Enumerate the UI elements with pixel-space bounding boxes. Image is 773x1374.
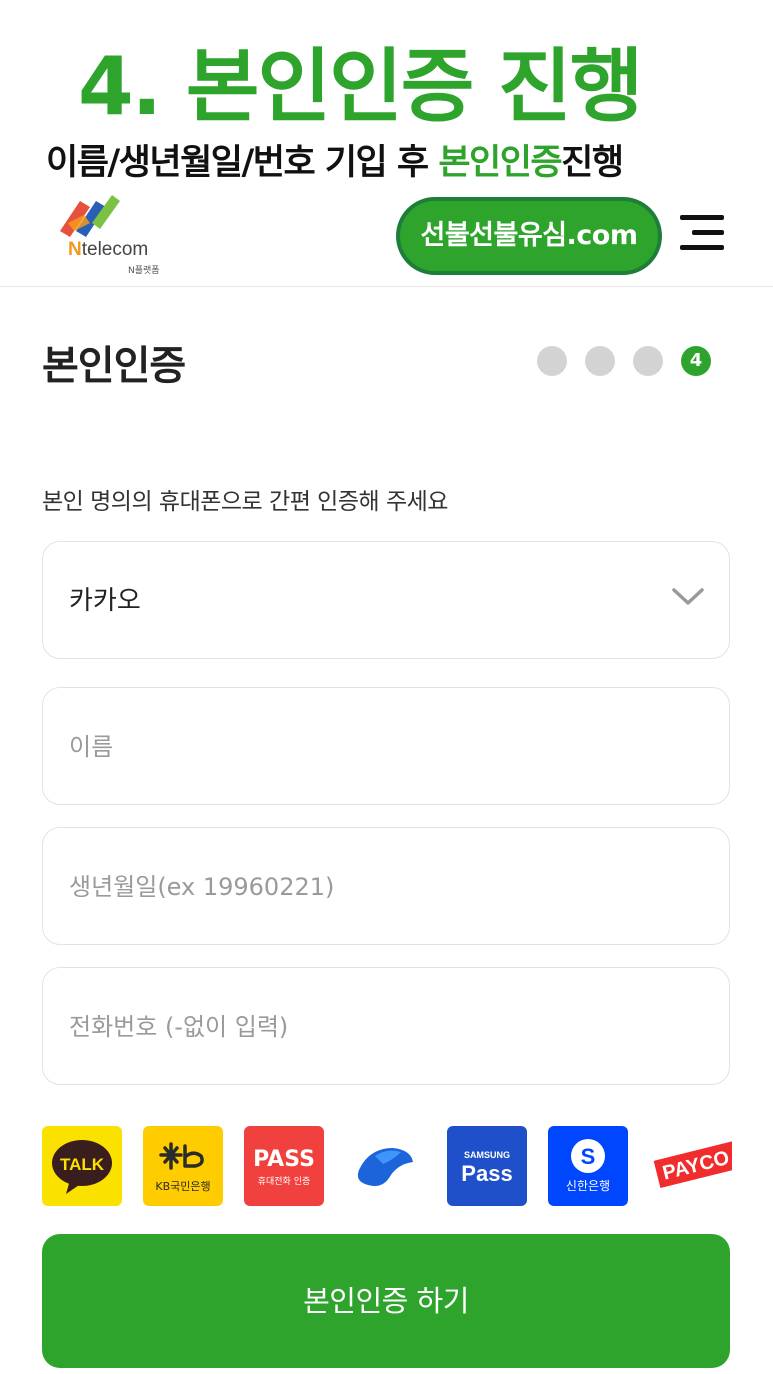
svg-text:S: S	[581, 1144, 596, 1169]
banner-title: 4. 본인인증 진행	[78, 40, 643, 133]
step-dot-current: 4	[681, 346, 711, 376]
form-instruction: 본인 명의의 휴대폰으로 간편 인증해 주세요	[42, 489, 448, 515]
toss-icon[interactable]	[345, 1126, 425, 1206]
kb-bank-icon[interactable]: KB국민은행	[143, 1126, 223, 1206]
app-header: Ntelecom N플랫폼 선불선불유심.com	[0, 185, 773, 287]
banner-subtitle-highlight: 본인인증	[438, 143, 562, 183]
ntelecom-logo[interactable]: Ntelecom N플랫폼	[48, 193, 178, 276]
banner-subtitle: 이름/생년월일/번호 기입 후 본인인증진행	[46, 134, 624, 185]
toss-logo-icon	[357, 1148, 413, 1186]
logo-text-rest: telecom	[81, 239, 149, 260]
samsung-pass-label: Pass	[461, 1161, 512, 1186]
kb-star-icon: KB국민은행	[155, 1142, 211, 1193]
name-input-placeholder: 이름	[69, 733, 114, 761]
shinhan-bank-icon[interactable]: S 신한은행	[548, 1126, 628, 1206]
name-input[interactable]: 이름	[42, 687, 730, 805]
banner-subtitle-prefix: 이름/생년월일/번호 기입 후	[46, 143, 439, 183]
chevron-down-icon	[672, 588, 704, 605]
step-dot-3	[633, 346, 663, 376]
site-badge: 선불선불유심.com	[396, 197, 662, 275]
hamburger-menu-icon[interactable]	[678, 215, 726, 251]
kakao-talk-label: TALK	[60, 1155, 105, 1174]
phone-input-placeholder: 전화번호 (-없이 입력)	[69, 1013, 289, 1041]
page-title: 본인인증	[42, 343, 186, 389]
birthdate-input-placeholder: 생년월일(ex 19960221)	[69, 873, 335, 901]
shinhan-label: 신한은행	[566, 1178, 610, 1193]
ntelecom-logo-text: Ntelecom	[68, 239, 148, 261]
pass-logo-icon: PASS 휴대전화 인증	[253, 1147, 315, 1187]
shinhan-logo-icon: S 신한은행	[566, 1139, 610, 1193]
samsung-pass-sublabel: SAMSUNG	[464, 1150, 510, 1160]
samsung-pass-icon[interactable]: SAMSUNG Pass	[447, 1126, 527, 1206]
banner-subtitle-suffix: 진행	[561, 143, 624, 183]
kb-bank-label: KB국민은행	[155, 1180, 210, 1193]
kakao-talk-icon[interactable]: TALK	[42, 1126, 122, 1206]
payco-logo-icon: PAYCO	[653, 1136, 732, 1189]
ntelecom-logo-mark-icon	[60, 195, 120, 237]
payco-icon[interactable]: PAYCO	[650, 1126, 732, 1206]
pass-label: PASS	[253, 1147, 315, 1172]
kakao-speech-bubble-icon: TALK	[52, 1140, 112, 1194]
logo-subtext: N플랫폼	[128, 266, 160, 276]
birthdate-input[interactable]: 생년월일(ex 19960221)	[42, 827, 730, 945]
phone-input[interactable]: 전화번호 (-없이 입력)	[42, 967, 730, 1085]
verify-identity-button[interactable]: 본인인증 하기	[42, 1234, 730, 1368]
step-dot-1	[537, 346, 567, 376]
samsung-pass-logo-icon: SAMSUNG Pass	[461, 1150, 512, 1186]
logo-text-n: N	[68, 239, 82, 260]
carrier-select[interactable]: 카카오	[42, 541, 730, 659]
step-dot-2	[585, 346, 615, 376]
pass-icon[interactable]: PASS 휴대전화 인증	[244, 1126, 324, 1206]
pass-sublabel: 휴대전화 인증	[258, 1176, 311, 1187]
carrier-select-value: 카카오	[69, 586, 141, 616]
